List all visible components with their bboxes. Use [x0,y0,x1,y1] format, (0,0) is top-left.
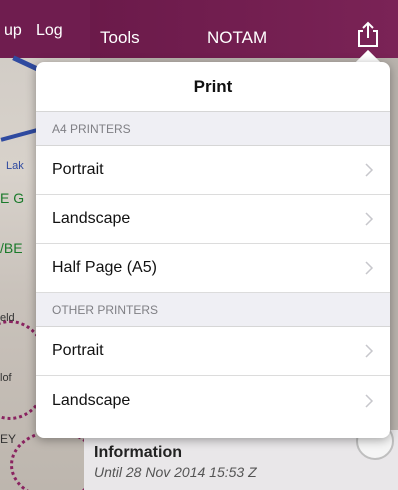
map-toolbar: up Log [0,0,90,58]
chevron-right-icon [365,163,374,177]
chevron-right-icon [365,393,374,408]
print-popover: Print A4 PRINTERS Portrait Landscape Hal… [36,62,390,438]
chevron-right-icon [365,212,374,226]
top-toolbar: Tools NOTAM [90,0,398,58]
map-label: E G [0,190,25,206]
popover-title: Print [193,76,233,96]
map-label: Lak [6,160,24,172]
section-header-other-printers: OTHER PRINTERS [36,293,390,327]
chevron-right-icon [365,261,374,275]
row-label: Landscape [52,391,131,409]
row-label: Landscape [52,210,131,227]
info-panel[interactable]: Information Until 28 Nov 2014 15:53 Z [84,430,398,490]
a4-landscape-row[interactable]: Landscape [36,195,390,244]
map-label: EY [0,432,17,446]
popover-header: Print [36,62,390,112]
row-label: Portrait [52,161,104,178]
map-label: eld [0,312,15,324]
info-title: Information [94,444,182,461]
tab-tools[interactable]: Tools [100,28,140,48]
section-header-a4-printers: A4 PRINTERS [36,112,390,146]
share-button[interactable] [355,20,381,48]
row-label: Portrait [52,342,104,359]
chevron-right-icon [365,344,374,358]
map-label: lof [0,372,12,384]
toolbar-label-up[interactable]: up [4,22,22,40]
tab-notam[interactable]: NOTAM [207,28,267,48]
share-icon [358,21,378,47]
a4-half-page-row[interactable]: Half Page (A5) [36,244,390,293]
other-portrait-row[interactable]: Portrait [36,327,390,376]
other-landscape-row[interactable]: Landscape [36,376,390,425]
toolbar-label-log[interactable]: Log [36,22,63,40]
a4-portrait-row[interactable]: Portrait [36,146,390,195]
info-subtitle: Until 28 Nov 2014 15:53 Z [94,464,257,480]
row-label: Half Page (A5) [52,259,157,276]
map-label: /BE [0,240,23,256]
airspace-boundary [10,430,90,490]
